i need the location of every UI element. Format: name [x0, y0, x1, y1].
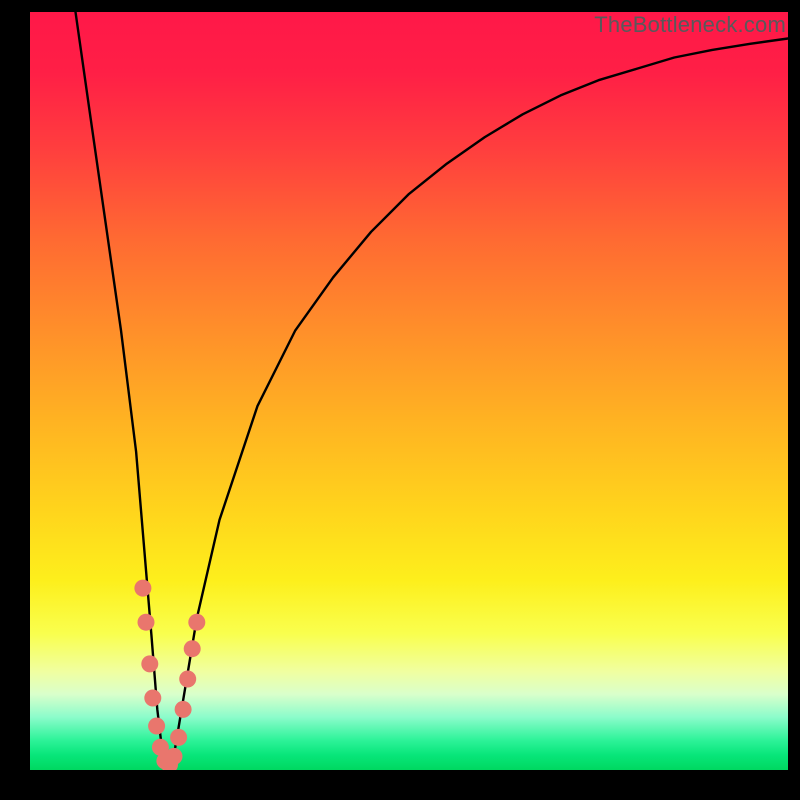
- curve-layer: [30, 12, 788, 770]
- watermark-text: TheBottleneck.com: [594, 12, 786, 38]
- highlight-marker: [166, 748, 183, 765]
- highlighted-points-group: [134, 580, 205, 770]
- bottleneck-curve: [76, 12, 789, 766]
- highlight-marker: [188, 614, 205, 631]
- highlight-marker: [144, 690, 161, 707]
- chart-frame: TheBottleneck.com: [0, 0, 800, 800]
- plot-area: [30, 12, 788, 770]
- highlight-marker: [148, 718, 165, 735]
- bottleneck-curve-path: [76, 12, 789, 766]
- highlight-marker: [179, 671, 196, 688]
- highlight-marker: [138, 614, 155, 631]
- highlight-marker: [184, 640, 201, 657]
- highlight-marker: [175, 701, 192, 718]
- highlight-marker: [134, 580, 151, 597]
- highlight-marker: [141, 655, 158, 672]
- highlight-marker: [170, 729, 187, 746]
